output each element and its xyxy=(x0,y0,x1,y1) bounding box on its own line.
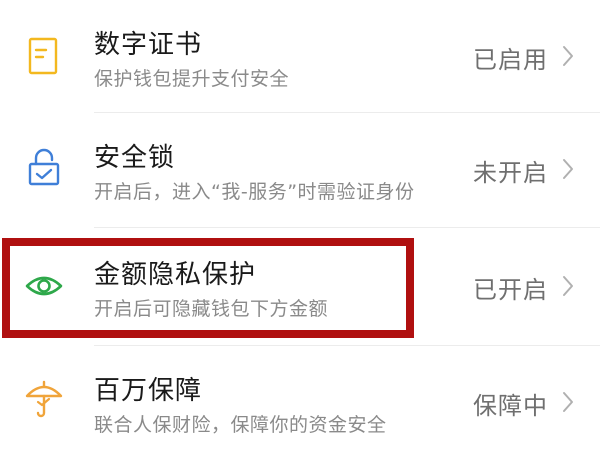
chevron-right-icon xyxy=(560,157,576,181)
chevron-right-icon xyxy=(560,390,576,414)
divider xyxy=(94,227,600,228)
setting-title: 数字证书 xyxy=(94,30,203,60)
chevron-right-icon xyxy=(560,44,576,68)
setting-title: 百万保障 xyxy=(94,376,203,406)
highlight-annotation-box xyxy=(2,238,414,338)
setting-status: 保障中 xyxy=(473,392,548,420)
chevron-right-icon xyxy=(560,274,576,298)
setting-title: 安全锁 xyxy=(94,143,176,173)
security-settings-list: 数字证书 保护钱包提升支付安全 已启用 安全锁 开启后，进入“我-服务”时需验证… xyxy=(0,0,600,458)
umbrella-icon xyxy=(24,380,64,420)
setting-row-security-lock[interactable]: 安全锁 开启后，进入“我-服务”时需验证身份 未开启 xyxy=(0,113,600,225)
setting-subtitle: 保护钱包提升支付安全 xyxy=(94,68,290,90)
setting-row-million-protection[interactable]: 百万保障 联合人保财险，保障你的资金安全 保障中 xyxy=(0,346,600,458)
lock-icon xyxy=(24,147,64,187)
setting-status: 已开启 xyxy=(473,276,548,304)
setting-subtitle: 联合人保财险，保障你的资金安全 xyxy=(94,414,387,436)
setting-status: 未开启 xyxy=(473,159,548,187)
certificate-icon xyxy=(24,36,64,76)
setting-status: 已启用 xyxy=(473,46,548,74)
setting-row-digital-certificate[interactable]: 数字证书 保护钱包提升支付安全 已启用 xyxy=(0,0,600,112)
setting-subtitle: 开启后，进入“我-服务”时需验证身份 xyxy=(94,181,415,203)
